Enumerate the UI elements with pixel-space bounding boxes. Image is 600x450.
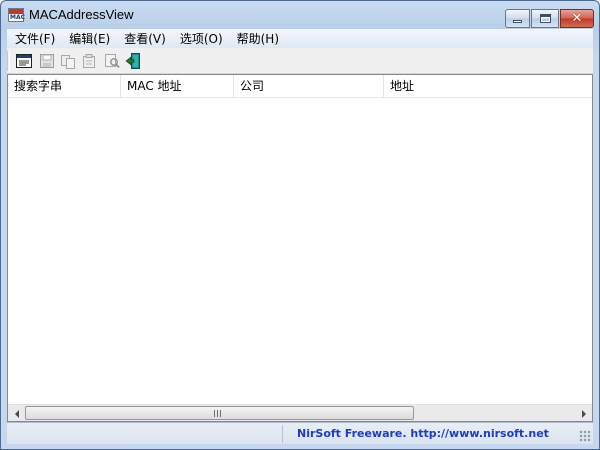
properties-icon bbox=[83, 54, 95, 68]
maximize-button[interactable] bbox=[531, 9, 559, 28]
menu-edit[interactable]: 编辑(E) bbox=[61, 30, 116, 47]
find-button[interactable] bbox=[103, 52, 121, 70]
find-icon bbox=[105, 54, 120, 69]
toolbar bbox=[7, 48, 593, 74]
arrow-right-icon bbox=[581, 409, 586, 418]
column-header-mac-address[interactable]: MAC 地址 bbox=[121, 75, 234, 98]
window-title: MACAddressView bbox=[29, 7, 134, 22]
toolbar-grip bbox=[7, 51, 10, 71]
close-icon: ✕ bbox=[571, 11, 583, 26]
scrollbar-thumb[interactable] bbox=[25, 406, 414, 420]
menu-file[interactable]: 文件(F) bbox=[7, 30, 61, 47]
copy-button[interactable] bbox=[59, 52, 77, 70]
resize-grip-icon[interactable] bbox=[579, 430, 591, 442]
save-icon bbox=[40, 54, 54, 68]
list-header: 搜索字串 MAC 地址 公司 地址 bbox=[8, 75, 592, 98]
column-header-company[interactable]: 公司 bbox=[234, 75, 384, 98]
minimize-button[interactable] bbox=[505, 9, 530, 28]
scroll-right-button[interactable] bbox=[575, 405, 592, 422]
title-bar[interactable]: MAC MACAddressView ✕ bbox=[1, 1, 599, 29]
menu-help[interactable]: 帮助(H) bbox=[229, 30, 285, 47]
status-bar: NirSoft Freeware. http://www.nirsoft.net bbox=[7, 422, 593, 444]
close-button[interactable]: ✕ bbox=[560, 9, 594, 28]
mac-app-icon[interactable]: MAC bbox=[8, 8, 26, 22]
app-icon-text: MAC bbox=[10, 14, 26, 21]
horizontal-scrollbar[interactable] bbox=[8, 404, 592, 421]
status-panel bbox=[7, 425, 283, 443]
html-report-icon bbox=[16, 54, 32, 68]
menu-options[interactable]: 选项(O) bbox=[172, 30, 229, 47]
column-header-search-string[interactable]: 搜索字串 bbox=[8, 75, 121, 98]
results-list[interactable]: 搜索字串 MAC 地址 公司 地址 bbox=[7, 74, 593, 422]
menu-bar: 文件(F) 编辑(E) 查看(V) 选项(O) 帮助(H) bbox=[7, 29, 593, 48]
properties-button[interactable] bbox=[80, 52, 98, 70]
main-window: MAC MACAddressView ✕ 文件(F) 编辑(E) 查看(V) 选… bbox=[0, 0, 600, 450]
copy-icon bbox=[61, 55, 75, 69]
exit-icon bbox=[125, 53, 140, 69]
arrow-left-icon bbox=[14, 409, 19, 418]
html-report-button[interactable] bbox=[15, 52, 33, 70]
nirsoft-link[interactable]: NirSoft Freeware. http://www.nirsoft.net bbox=[297, 427, 549, 440]
scroll-left-button[interactable] bbox=[8, 405, 25, 422]
exit-button[interactable] bbox=[125, 52, 143, 70]
minimize-icon bbox=[513, 20, 522, 23]
grip-icon bbox=[214, 410, 223, 417]
menu-view[interactable]: 查看(V) bbox=[116, 30, 172, 47]
maximize-icon bbox=[539, 14, 551, 23]
column-header-address[interactable]: 地址 bbox=[384, 75, 592, 98]
save-button[interactable] bbox=[38, 52, 56, 70]
